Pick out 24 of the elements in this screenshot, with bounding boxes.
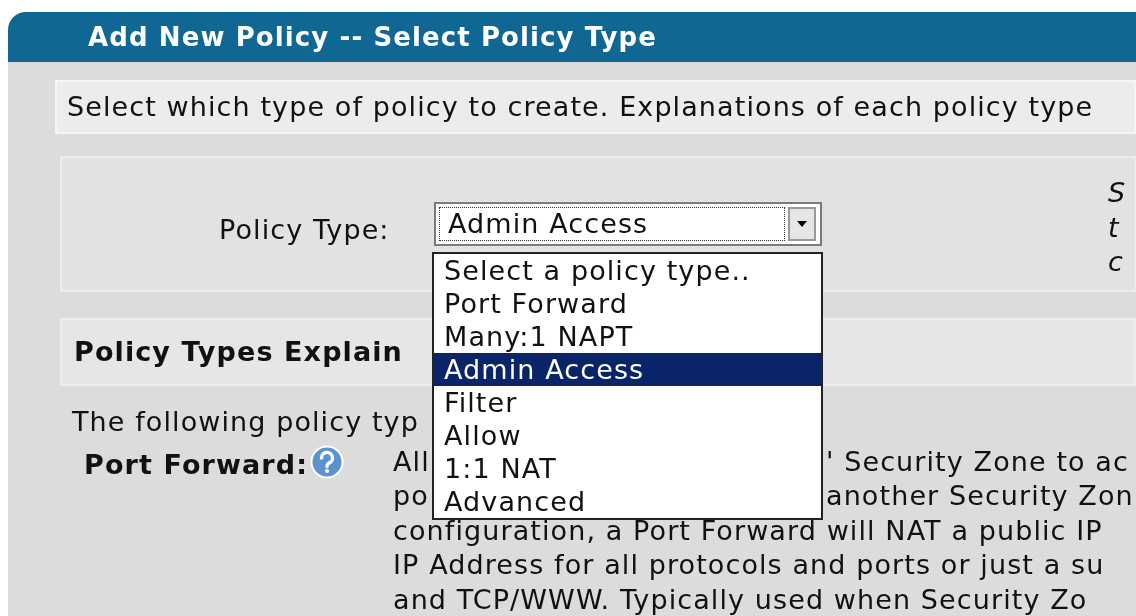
dropdown-option[interactable]: Filter (434, 386, 821, 419)
description-text: po (393, 480, 429, 512)
intro-text: The following policy typ (72, 406, 419, 437)
dropdown-option[interactable]: Admin Access (434, 353, 821, 386)
side-note-text: t (1108, 210, 1121, 245)
help-icon[interactable] (310, 444, 345, 479)
instructions-text: Select which type of policy to create. Explanations of each policy type (55, 80, 1136, 134)
page-title: Add New Policy -- Select Policy Type (8, 12, 1136, 62)
description-text: ' Security Zone to ac (826, 445, 1129, 477)
field-label: Policy Type: (219, 213, 390, 247)
dropdown-option[interactable]: Many:1 NAPT (434, 320, 821, 353)
description-text: IP Address for all protocols and ports or just a su (393, 549, 1105, 581)
dropdown-option[interactable]: 1:1 NAT (434, 452, 821, 485)
policy-name: Port Forward: (84, 447, 309, 482)
side-note-text: S (1108, 176, 1127, 210)
description-text: another Security Zon (826, 480, 1134, 512)
description-text: All (393, 445, 430, 477)
policy-type-select[interactable]: Admin Access (434, 202, 822, 246)
dropdown-option[interactable]: Port Forward (434, 287, 821, 320)
description-text: and TCP/WWW. Typically used when Security Zo (393, 583, 1088, 615)
dropdown-option[interactable]: Select a policy type.. (434, 254, 821, 287)
section-heading: Policy Types Explain (74, 334, 403, 369)
dropdown-option[interactable]: Allow (434, 419, 821, 452)
side-note-text: c (1108, 245, 1125, 280)
